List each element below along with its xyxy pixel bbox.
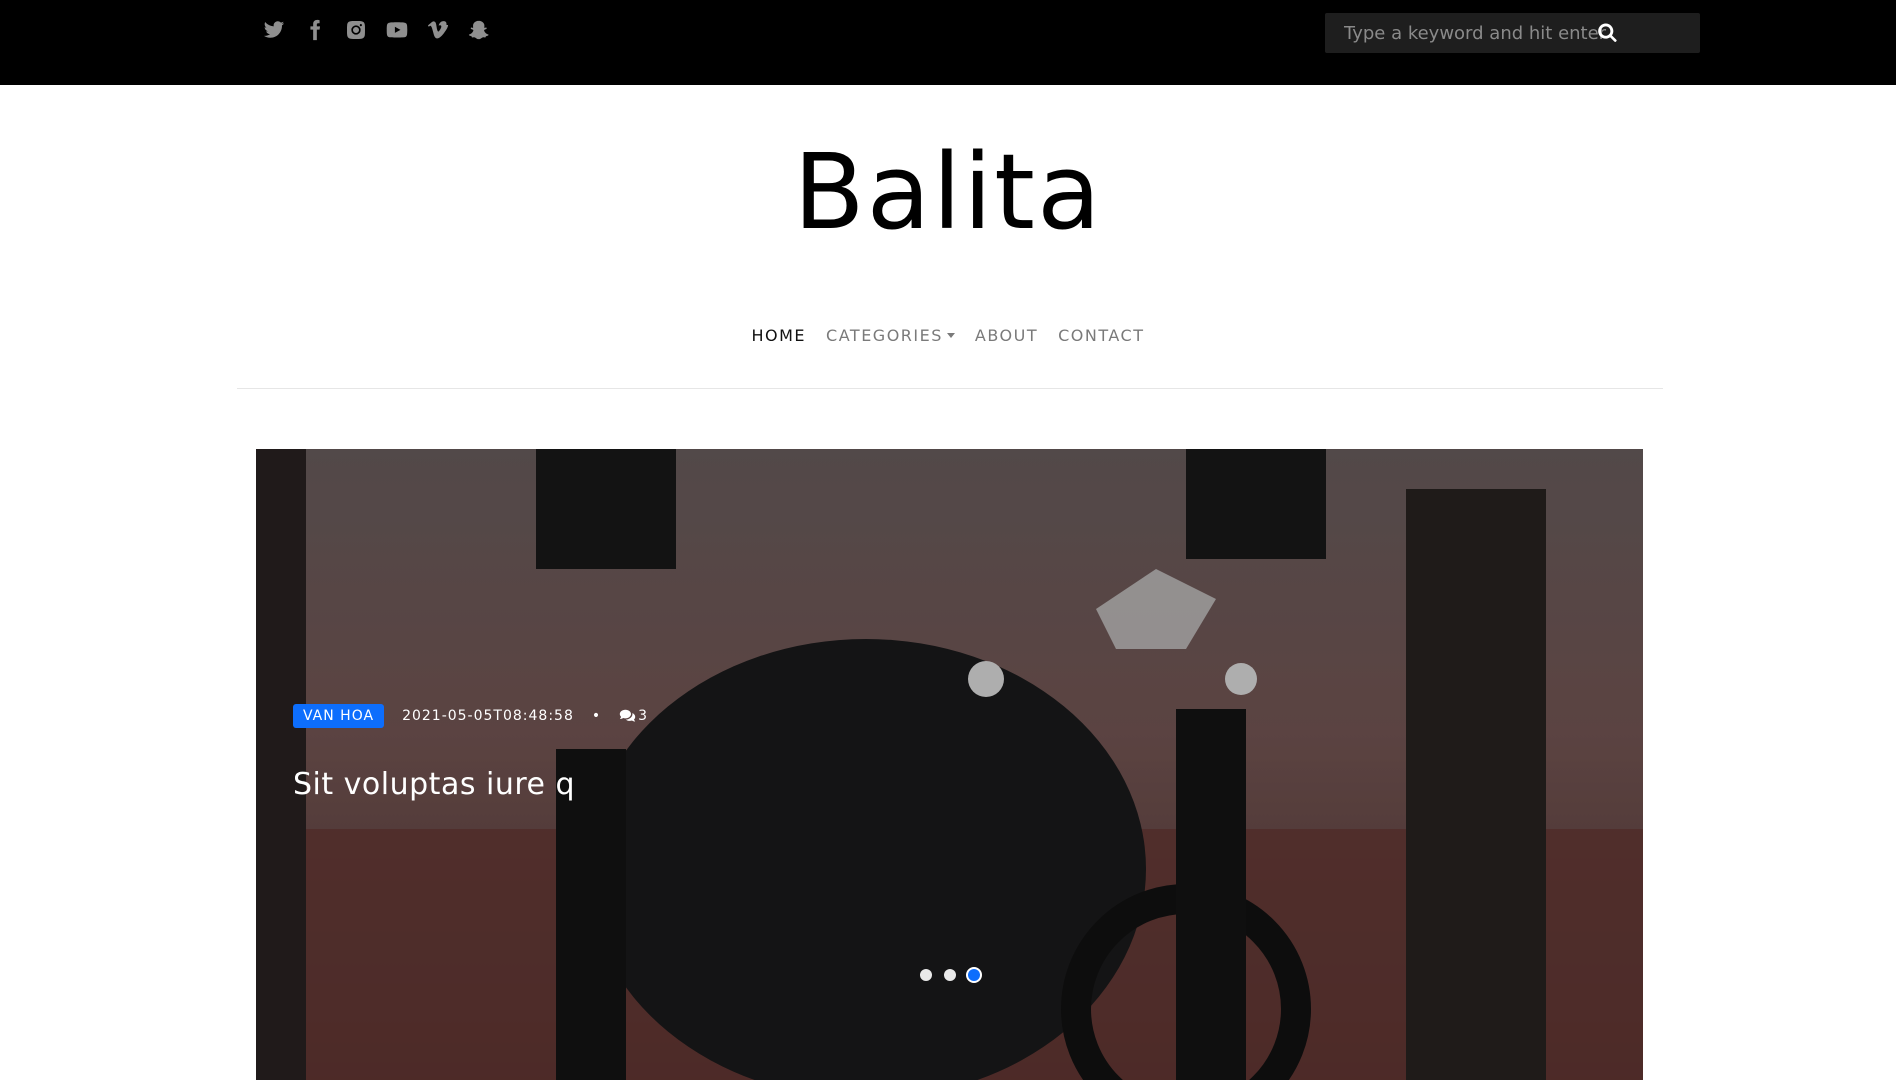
twitter-icon[interactable] [260,16,288,44]
featured-image [256,449,1643,1080]
social-links [260,16,506,44]
top-bar [0,0,1896,85]
comments-count: 3 [638,708,649,724]
nav-home[interactable]: HOME [752,326,807,345]
youtube-icon[interactable] [383,16,411,44]
slider-indicators [256,969,1643,981]
search-input[interactable] [1325,13,1625,53]
nav-about[interactable]: ABOUT [975,326,1038,345]
nav-categories[interactable]: CATEGORIES [826,326,955,345]
header-divider [237,388,1663,389]
post-meta: VAN HOA 2021-05-05T08:48:58 • 3 [293,704,648,728]
meta-separator: • [591,708,602,724]
nav-categories-label: CATEGORIES [826,326,943,345]
category-badge[interactable]: VAN HOA [293,704,385,728]
featured-slider[interactable]: VAN HOA 2021-05-05T08:48:58 • 3 Sit volu… [256,449,1643,1080]
instagram-icon[interactable] [342,16,370,44]
slide-indicator[interactable] [967,969,980,981]
comments-icon [619,709,636,723]
nav-contact[interactable]: CONTACT [1058,326,1144,345]
search-box [1325,13,1700,53]
slide-indicator[interactable] [919,969,932,981]
slide-indicator[interactable] [943,969,956,981]
main-nav: HOME CATEGORIES ABOUT CONTACT [0,326,1896,345]
post-title[interactable]: Sit voluptas iure q [293,767,575,802]
vimeo-icon[interactable] [424,16,452,44]
site-logo[interactable]: Balita [0,140,1896,244]
caret-down-icon [946,333,955,338]
post-date: 2021-05-05T08:48:58 [402,708,574,724]
facebook-icon[interactable] [301,16,329,44]
snapchat-icon[interactable] [465,16,493,44]
search-icon[interactable] [1597,23,1619,45]
